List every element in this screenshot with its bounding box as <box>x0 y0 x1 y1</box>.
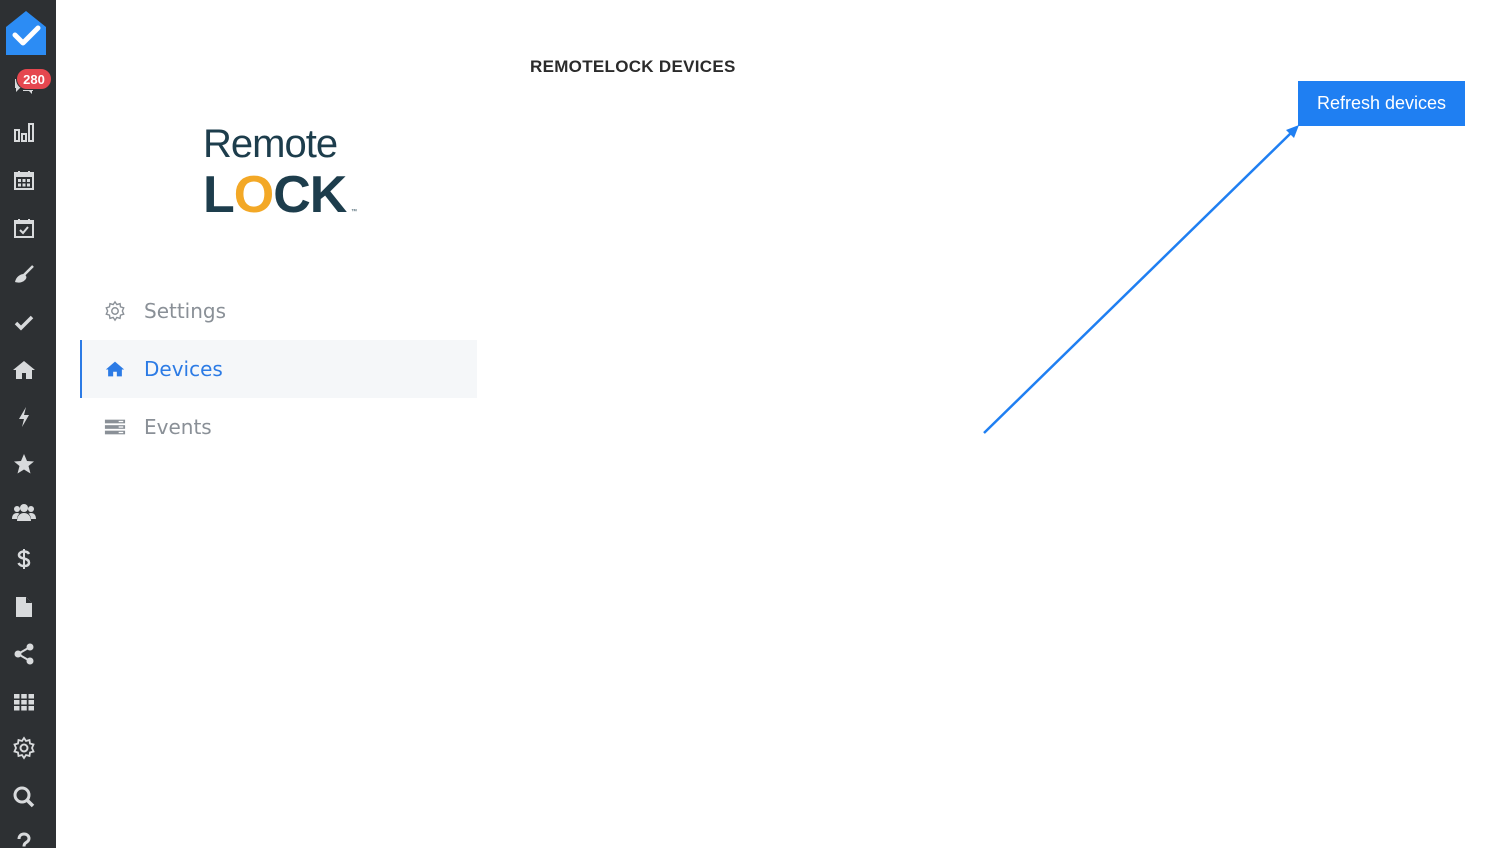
svg-text:™: ™ <box>351 208 357 215</box>
file-icon[interactable] <box>8 591 40 623</box>
home-icon <box>104 358 126 380</box>
search-icon[interactable] <box>8 781 40 813</box>
calendar-icon[interactable] <box>8 164 40 196</box>
bar-chart-icon[interactable] <box>8 116 40 148</box>
remotelock-logo: Remote LOCK ™ <box>203 122 357 220</box>
broom-icon[interactable] <box>8 259 40 291</box>
logo-text-lock: LOCK <box>203 166 348 220</box>
logo-text-remote: Remote <box>203 122 337 166</box>
gear-icon <box>104 300 126 322</box>
gear-icon[interactable] <box>8 732 40 764</box>
nav-item-label: Settings <box>144 299 227 323</box>
star-icon[interactable] <box>8 448 40 480</box>
nav-item-events[interactable]: Events <box>80 398 477 456</box>
nav-item-label: Events <box>144 415 212 439</box>
notification-badge: 280 <box>16 68 52 90</box>
nav-item-devices[interactable]: Devices <box>80 340 477 398</box>
page-title: REMOTELOCK DEVICES <box>530 57 736 76</box>
share-icon[interactable] <box>8 638 40 670</box>
nav-item-label: Devices <box>144 357 223 381</box>
server-icon <box>104 416 126 438</box>
check-icon[interactable] <box>8 307 40 339</box>
users-icon[interactable] <box>8 496 40 528</box>
icon-rail: 280 <box>0 0 56 848</box>
calendar-check-icon[interactable] <box>8 212 40 244</box>
help-icon[interactable] <box>8 826 40 858</box>
remotelock-nav: Settings Devices Events <box>80 282 477 456</box>
grid-icon[interactable] <box>8 686 40 718</box>
nav-item-settings[interactable]: Settings <box>80 282 477 340</box>
dollar-icon[interactable] <box>8 543 40 575</box>
app-logo-icon[interactable] <box>4 9 48 57</box>
refresh-devices-button[interactable]: Refresh devices <box>1298 81 1465 126</box>
bolt-icon[interactable] <box>8 401 40 433</box>
home-icon[interactable] <box>8 354 40 386</box>
logo-lock-mark: LOCK <box>203 166 349 220</box>
